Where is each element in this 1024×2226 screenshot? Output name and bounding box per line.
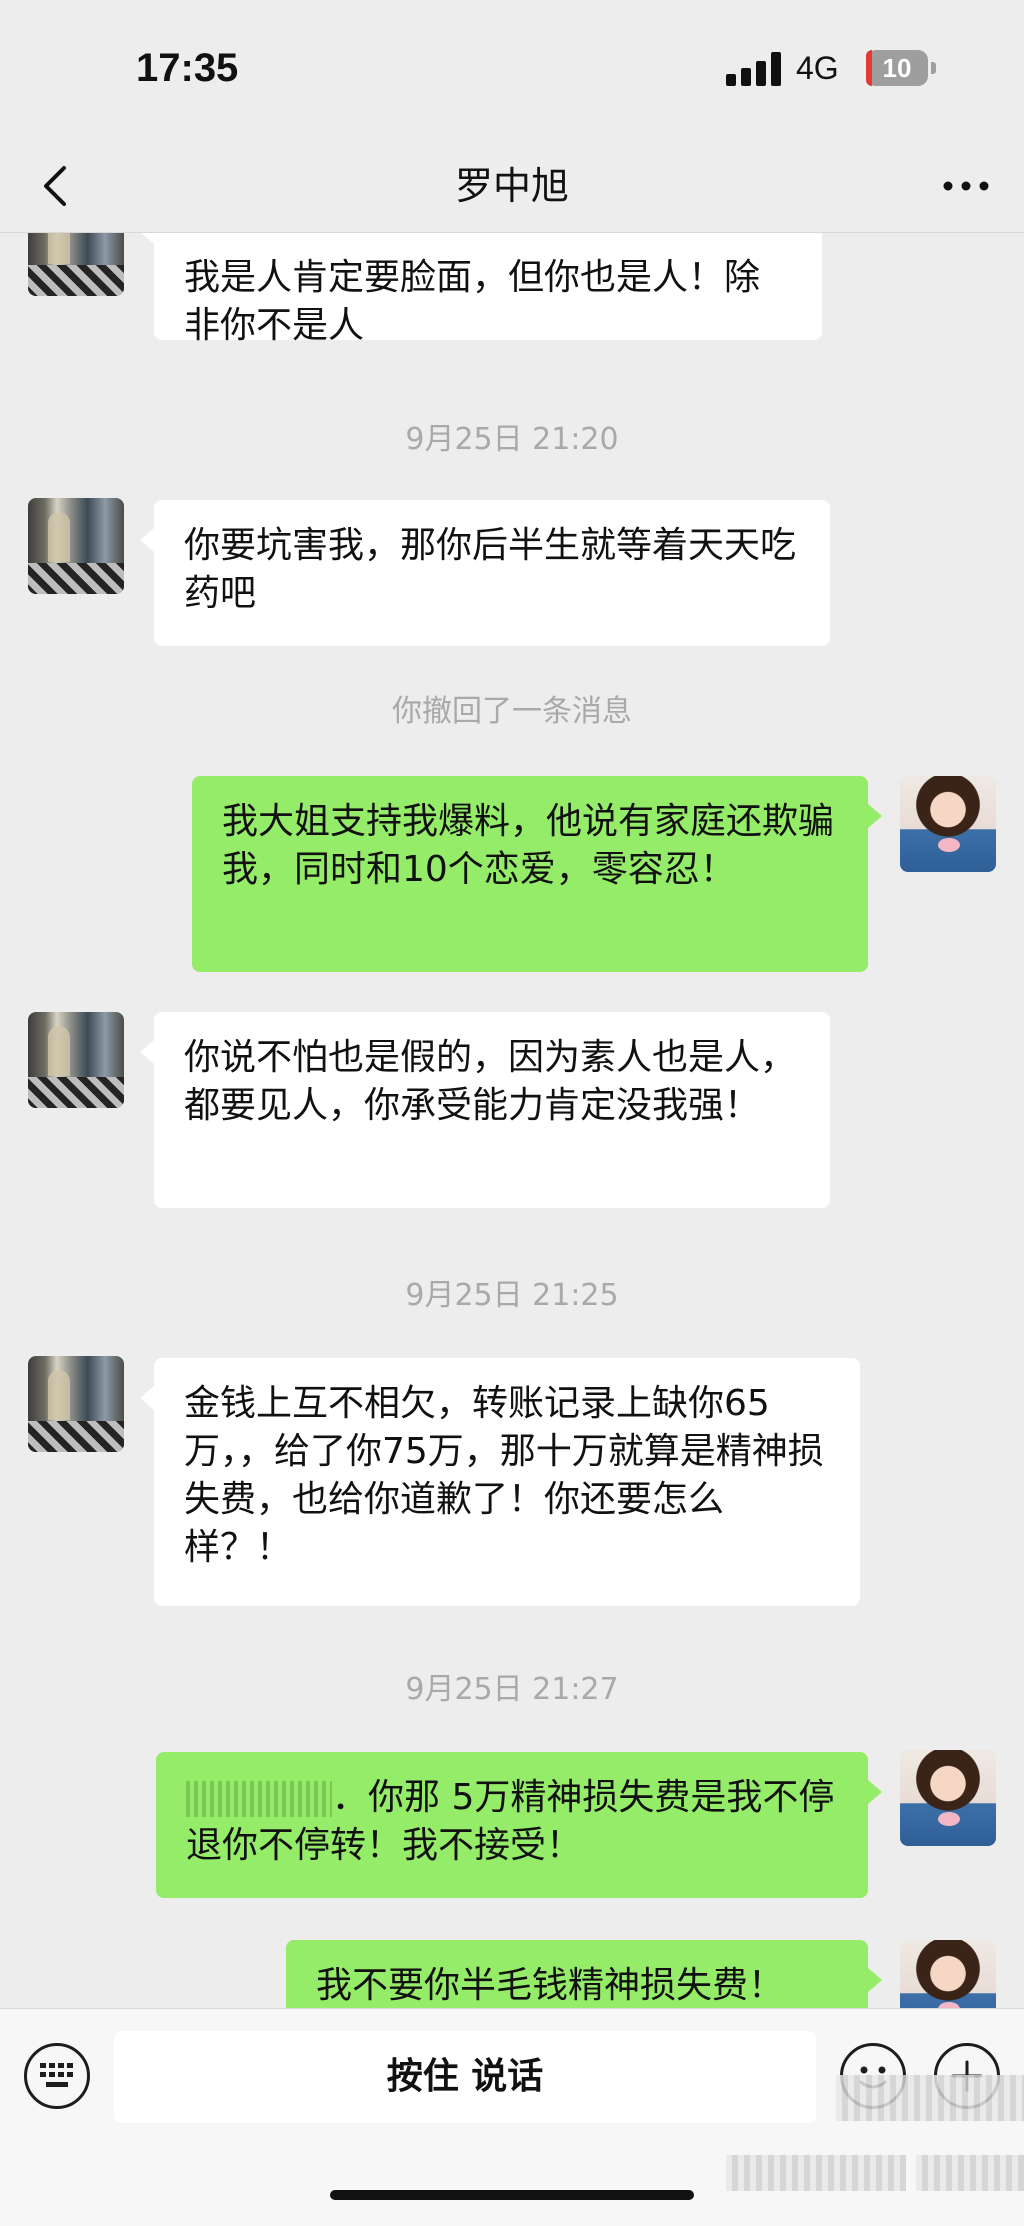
redaction-mark: [186, 1781, 332, 1817]
my-avatar[interactable]: [900, 776, 996, 872]
nav-bar: 罗中旭: [0, 140, 1024, 233]
message-bubble[interactable]: ．你那 5万精神损失费是我不停退你不停转！我不接受！: [156, 1752, 882, 1898]
message-bubble[interactable]: 我不要你半毛钱精神损失费！: [286, 1940, 882, 2008]
timestamp: 9月25日 21:25: [405, 1278, 619, 1313]
message-bubble[interactable]: 你要坑害我，那你后半生就等着天天吃药吧: [140, 500, 830, 646]
hold-to-talk-button[interactable]: 按住 说话: [114, 2031, 816, 2123]
timestamp: 9月25日 21:20: [405, 422, 619, 457]
more-button[interactable]: [938, 158, 994, 214]
message-bubble[interactable]: 我大姐支持我爆料，他说有家庭还欺骗我，同时和10个恋爱，零容忍！: [192, 776, 882, 972]
back-button[interactable]: [30, 158, 86, 214]
contact-avatar[interactable]: [28, 1012, 124, 1108]
watermark-blur: [726, 2155, 906, 2191]
message-bubble[interactable]: 金钱上互不相欠，转账记录上缺你65万，，给了你75万，那十万就算是精神损失费，也…: [140, 1358, 860, 1606]
keyboard-button[interactable]: [24, 2043, 90, 2109]
watermark-blur: [916, 2155, 1024, 2191]
message-bubble[interactable]: 你说不怕也是假的，因为素人也是人，都要见人，你承受能力肯定没我强！: [140, 1012, 830, 1208]
network-label: 4G: [796, 50, 839, 86]
message-bubble[interactable]: 我是人肯定要脸面，但你也是人！除非你不是人: [140, 232, 822, 346]
chat-title: 罗中旭: [454, 164, 569, 208]
contact-avatar[interactable]: [28, 232, 124, 296]
battery-percent: 10: [882, 53, 912, 83]
more-dots-icon: [943, 181, 989, 191]
battery-icon: 10: [866, 50, 936, 86]
chat-area[interactable]: 我是人肯定要脸面，但你也是人！除非你不是人 9月25日 21:20 你要坑害我，…: [0, 232, 1024, 2008]
keyboard-icon: [40, 2063, 73, 2087]
watermark-blur: [836, 2075, 1024, 2121]
status-bar: 17:35 4G 10: [0, 0, 1024, 140]
my-avatar[interactable]: [900, 1750, 996, 1846]
recall-notice: 你撤回了一条消息: [392, 694, 632, 729]
battery-level: [866, 50, 873, 86]
signal-icon: [726, 52, 784, 86]
contact-avatar[interactable]: [28, 498, 124, 594]
home-indicator[interactable]: [330, 2190, 694, 2200]
timestamp: 9月25日 21:27: [405, 1672, 619, 1707]
chevron-left-icon: [44, 166, 66, 206]
contact-avatar[interactable]: [28, 1356, 124, 1452]
status-time: 17:35: [136, 46, 239, 90]
my-avatar[interactable]: [900, 1940, 996, 2008]
